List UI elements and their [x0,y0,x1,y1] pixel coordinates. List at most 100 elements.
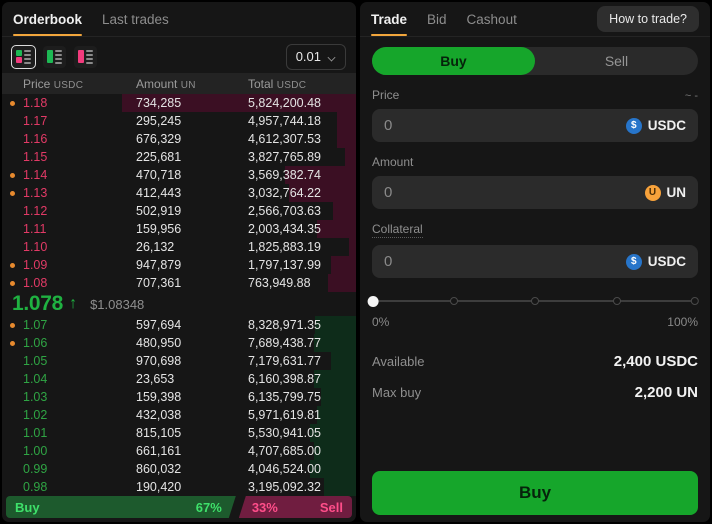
collateral-label: Collateral [372,222,423,238]
buy-sell-toggle: Buy Sell [372,47,698,75]
cell-price: 1.11 [2,222,136,236]
orderbook-row-ask[interactable]: 1.08707,361763,949.88 [2,274,356,292]
tab-bid[interactable]: Bid [427,2,447,36]
cell-amount: 947,879 [136,258,248,272]
cell-total: 3,569,382.74 [248,168,356,182]
mid-price-row: 1.078 ↑ $1.08348 [2,292,356,316]
orderbook-row-ask[interactable]: 1.15225,6813,827,765.89 [2,148,356,166]
cell-total: 763,949.88 [248,276,356,290]
column-amount: Amount UN [136,77,248,91]
orderbook-row-bid[interactable]: 1.05970,6987,179,631.77 [2,352,356,370]
cell-total: 4,957,744.18 [248,114,356,128]
cell-price: 1.02 [2,408,136,422]
cell-total: 5,824,200.48 [248,96,356,110]
chevron-down-icon [328,53,336,61]
cell-price: 1.10 [2,240,136,254]
usdc-icon: $ [626,254,642,270]
price-input[interactable]: 0 $ USDC [372,109,698,142]
orderbook-row-ask[interactable]: 1.12502,9192,566,703.63 [2,202,356,220]
orderbook-row-bid[interactable]: 0.99860,0324,046,524.00 [2,460,356,478]
orderbook-row-ask[interactable]: 1.14470,7183,569,382.74 [2,166,356,184]
orderbook-row-ask[interactable]: 1.11159,9562,003,434.35 [2,220,356,238]
cell-price: 0.99 [2,462,136,476]
slider-min-label: 0% [372,315,389,329]
cell-price: 1.04 [2,372,136,386]
available-value: 2,400 USDC [614,353,698,370]
orderbook-row-ask[interactable]: 1.18734,2855,824,200.48 [2,94,356,112]
orderbook-row-bid[interactable]: 1.02432,0385,971,619.81 [2,406,356,424]
price-placeholder: 0 [384,117,626,134]
amount-label: Amount [372,155,413,169]
cell-total: 7,179,631.77 [248,354,356,368]
usd-price: $1.08348 [90,297,144,312]
percent-slider[interactable] [372,295,698,307]
book-view-asks-icon[interactable] [74,46,97,68]
slider-handle[interactable] [368,296,379,307]
cell-total: 2,566,703.63 [248,204,356,218]
cell-total: 3,827,765.89 [248,150,356,164]
book-view-both-icon[interactable] [12,46,35,68]
cell-price: 0.98 [2,480,136,494]
slider-stop[interactable] [450,297,458,305]
amount-input[interactable]: 0 U UN [372,176,698,209]
price-asset-label: USDC [648,118,686,133]
orderbook-row-bid[interactable]: 1.01815,1055,530,941.05 [2,424,356,442]
orderbook-row-ask[interactable]: 1.09947,8791,797,137.99 [2,256,356,274]
cell-price: 1.07 [2,318,136,332]
orderbook-row-bid[interactable]: 0.98190,4203,195,092.32 [2,478,356,496]
column-total: Total USDC [248,77,356,91]
cell-amount: 815,105 [136,426,248,440]
how-to-trade-button[interactable]: How to trade? [597,6,699,32]
cell-total: 8,328,971.35 [248,318,356,332]
cell-total: 5,971,619.81 [248,408,356,422]
toggle-buy[interactable]: Buy [372,47,535,75]
ratio-sell-label: Sell [320,500,343,515]
slider-stop[interactable] [613,297,621,305]
precision-dropdown[interactable]: 0.01 [286,44,346,70]
cell-price: 1.08 [2,276,136,290]
orderbook-row-ask[interactable]: 1.16676,3294,612,307.53 [2,130,356,148]
toggle-sell[interactable]: Sell [535,47,698,75]
book-view-bids-icon[interactable] [43,46,66,68]
orderbook-row-bid[interactable]: 1.0423,6536,160,398.87 [2,370,356,388]
slider-stop[interactable] [691,297,699,305]
collateral-input[interactable]: 0 $ USDC [372,245,698,278]
cell-total: 3,032,764.22 [248,186,356,200]
cell-amount: 860,032 [136,462,248,476]
orderbook-row-bid[interactable]: 1.03159,3986,135,799.75 [2,388,356,406]
cell-price: 1.16 [2,132,136,146]
orderbook-row-ask[interactable]: 1.1026,1321,825,883.19 [2,238,356,256]
trade-tabbar: Trade Bid Cashout How to trade? [360,2,710,37]
orderbook-row-ask[interactable]: 1.17295,2454,957,744.18 [2,112,356,130]
cell-price: 1.05 [2,354,136,368]
tab-cashout[interactable]: Cashout [467,2,517,36]
bids-list: 1.07597,6948,328,971.351.06480,9507,689,… [2,316,356,496]
tab-last-trades[interactable]: Last trades [102,2,169,36]
cell-amount: 707,361 [136,276,248,290]
orderbook-row-bid[interactable]: 1.07597,6948,328,971.35 [2,316,356,334]
slider-stop[interactable] [531,297,539,305]
max-buy-label: Max buy [372,385,421,400]
cell-amount: 661,161 [136,444,248,458]
tab-orderbook[interactable]: Orderbook [13,2,82,36]
tab-trade[interactable]: Trade [371,2,407,36]
max-buy-value: 2,200 UN [635,384,698,401]
cell-amount: 470,718 [136,168,248,182]
cell-amount: 502,919 [136,204,248,218]
cell-total: 4,046,524.00 [248,462,356,476]
buy-submit-button[interactable]: Buy [372,471,698,515]
cell-amount: 676,329 [136,132,248,146]
cell-amount: 26,132 [136,240,248,254]
cell-price: 1.14 [2,168,136,182]
price-label: Price [372,88,399,102]
cell-amount: 480,950 [136,336,248,350]
last-price: 1.078 [12,292,63,316]
ratio-buy-label: Buy [15,500,40,515]
cell-price: 1.12 [2,204,136,218]
cell-total: 4,612,307.53 [248,132,356,146]
orderbook-row-ask[interactable]: 1.13412,4433,032,764.22 [2,184,356,202]
orderbook-row-bid[interactable]: 1.00661,1614,707,685.00 [2,442,356,460]
un-icon: U [645,185,661,201]
orderbook-row-bid[interactable]: 1.06480,9507,689,438.77 [2,334,356,352]
orderbook-panel: Orderbook Last trades 0.01 Price USDC Am… [2,2,356,522]
